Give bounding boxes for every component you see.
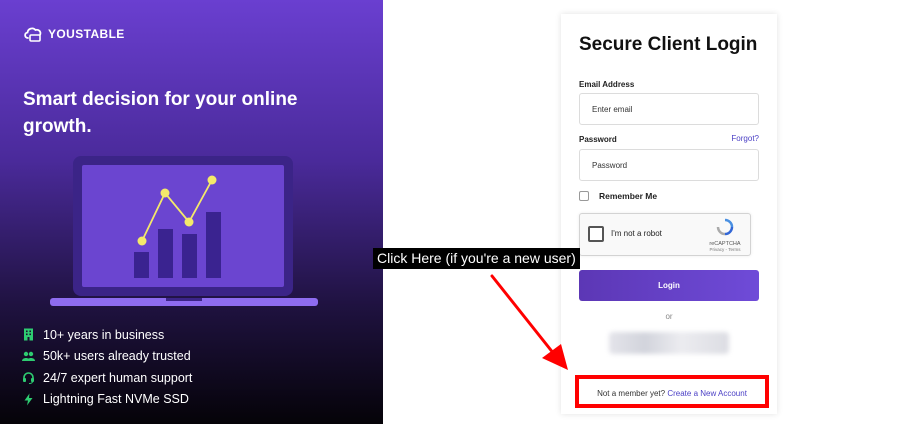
brand-name: YOUSTABLE <box>48 27 125 41</box>
recaptcha-logo: reCAPTCHA Privacy - Terms <box>708 218 742 252</box>
login-card: Secure Client Login Email Address Passwo… <box>561 14 777 414</box>
social-login-button[interactable] <box>609 332 729 354</box>
feature-item: 24/7 expert human support <box>22 367 192 389</box>
headset-icon <box>23 372 34 385</box>
recaptcha-links[interactable]: Privacy - Terms <box>708 247 742 252</box>
create-account-link[interactable]: Create a New Account <box>667 389 747 398</box>
or-divider: or <box>665 312 673 321</box>
password-label: Password <box>579 135 617 144</box>
signup-highlight-box: Not a member yet? Create a New Account <box>575 375 769 408</box>
promo-panel: YOUSTABLE Smart decision for your online… <box>0 0 383 424</box>
users-icon <box>22 351 35 361</box>
recaptcha-widget: I'm not a robot reCAPTCHA Privacy - Term… <box>579 213 751 256</box>
feature-list: 10+ years in business 50k+ users already… <box>22 324 192 410</box>
feature-text: 24/7 expert human support <box>43 370 193 385</box>
email-field[interactable] <box>579 93 759 125</box>
brand-logo[interactable]: YOUSTABLE <box>23 25 125 43</box>
cloud-logo-icon <box>24 27 42 42</box>
recaptcha-icon <box>716 218 734 236</box>
login-title: Secure Client Login <box>579 34 758 55</box>
recaptcha-checkbox[interactable] <box>588 226 604 242</box>
lightning-icon <box>24 393 33 406</box>
annotation-callout: Click Here (if you're a new user) <box>373 248 580 269</box>
feature-item: Lightning Fast NVMe SSD <box>22 389 192 411</box>
feature-item: 50k+ users already trusted <box>22 346 192 368</box>
feature-item: 10+ years in business <box>22 324 192 346</box>
laptop-chart-illustration <box>50 156 318 306</box>
forgot-password-link[interactable]: Forgot? <box>731 134 759 143</box>
building-icon <box>24 328 33 341</box>
feature-text: 50k+ users already trusted <box>43 349 191 364</box>
recaptcha-text: I'm not a robot <box>611 229 662 238</box>
login-button[interactable]: Login <box>579 270 759 301</box>
signup-prompt: Not a member yet? Create a New Account <box>579 389 765 398</box>
feature-text: Lightning Fast NVMe SSD <box>43 392 189 407</box>
login-page: YOUSTABLE Smart decision for your online… <box>0 0 904 424</box>
red-arrow-icon <box>490 274 568 370</box>
promo-headline: Smart decision for your online growth. <box>23 89 298 137</box>
signup-prompt-text: Not a member yet? <box>597 389 666 398</box>
feature-text: 10+ years in business <box>43 327 165 342</box>
remember-me[interactable]: Remember Me <box>579 191 657 201</box>
password-field[interactable] <box>579 149 759 181</box>
remember-me-checkbox[interactable] <box>579 191 589 201</box>
remember-me-label: Remember Me <box>599 191 658 201</box>
email-label: Email Address <box>579 80 635 89</box>
